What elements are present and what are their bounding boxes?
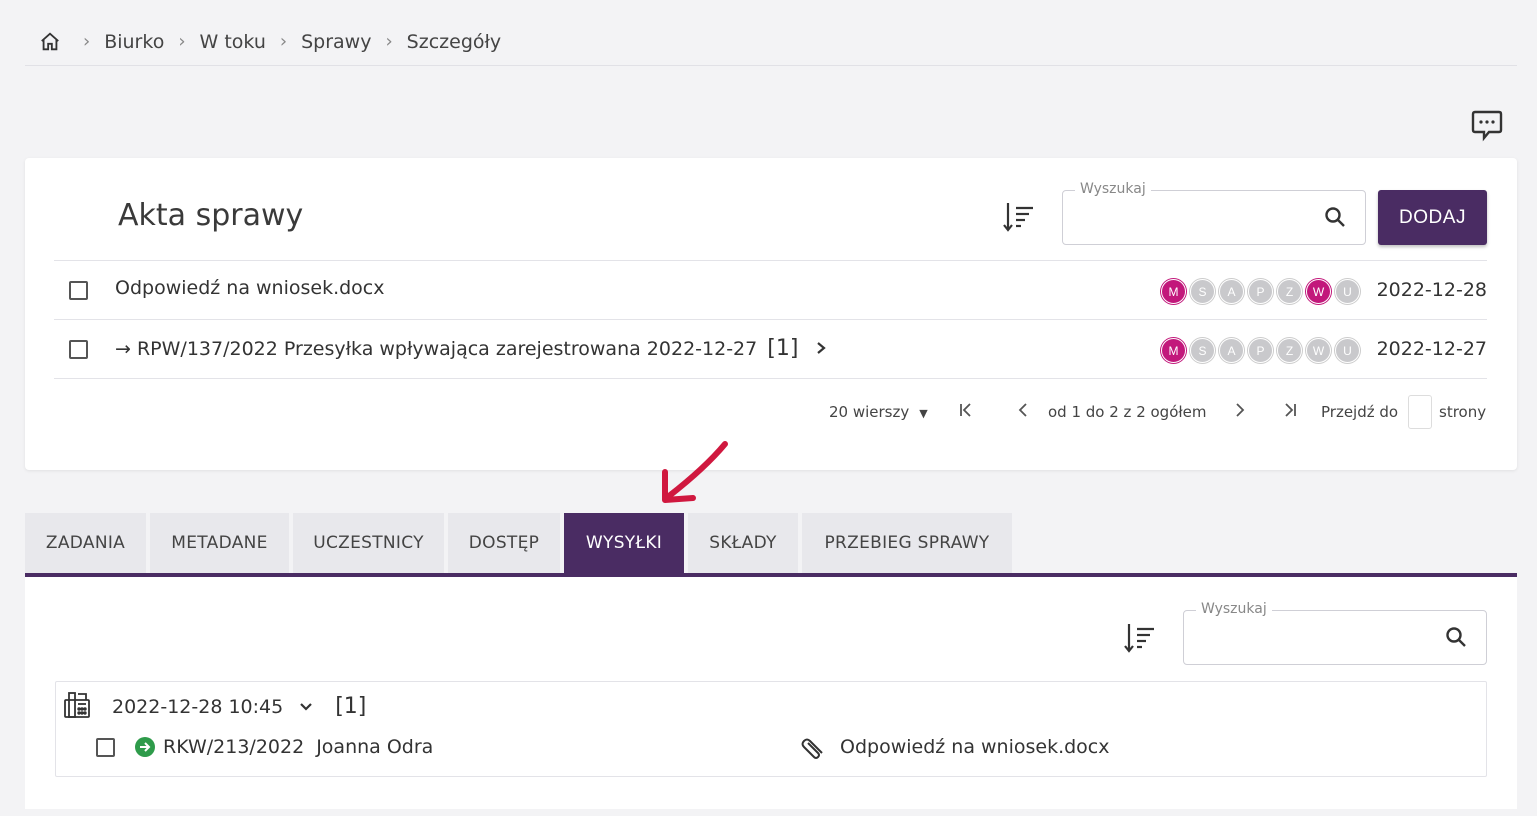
breadcrumb-item-sprawy[interactable]: Sprawy (301, 31, 371, 53)
row-checkbox[interactable] (69, 340, 88, 359)
status-badges: M S A P Z W U (1161, 338, 1360, 363)
search-icon[interactable] (1323, 205, 1347, 229)
list-item[interactable]: RKW/213/2022 Joanna Odra Odpowiedź na wn… (96, 736, 1110, 759)
sort-icon[interactable] (1123, 621, 1157, 655)
attachment-name[interactable]: Odpowiedź na wniosek.docx (840, 736, 1110, 758)
arrow-right-icon: → (115, 338, 131, 360)
shipment-person: Joanna Odra (316, 736, 434, 758)
search-label: Wyszukaj (1196, 601, 1272, 617)
annotation-arrow-icon (662, 441, 728, 503)
chat-icon[interactable] (1470, 108, 1504, 142)
breadcrumb: › Biurko › W toku › Sprawy › Szczegóły (25, 18, 1517, 66)
status-badge: U (1335, 279, 1360, 304)
status-badge: M (1161, 279, 1186, 304)
arrow-circle-right-icon (135, 737, 155, 757)
search-label: Wyszukaj (1075, 181, 1151, 197)
last-page-icon[interactable] (1282, 401, 1298, 423)
add-button[interactable]: DODAJ (1378, 190, 1487, 245)
document-ref: RPW/137/2022 (136, 338, 278, 360)
tab-bar: ZADANIA METADANE UCZESTNICY DOSTĘP WYSYŁ… (25, 513, 1012, 573)
tab-metadane[interactable]: METADANE (150, 513, 289, 573)
next-page-icon[interactable] (1234, 401, 1246, 423)
tab-wysylki[interactable]: WYSYŁKI (564, 513, 684, 573)
breadcrumb-separator: › (178, 31, 186, 52)
pages-label: strony (1439, 403, 1487, 421)
status-badge: Z (1277, 279, 1302, 304)
breadcrumb-separator: › (83, 31, 91, 52)
rows-per-page-label: 20 wierszy (829, 403, 910, 421)
chevron-down-icon[interactable] (299, 702, 313, 712)
goto-label: Przejdź do (1321, 403, 1399, 421)
tab-zadania[interactable]: ZADANIA (25, 513, 146, 573)
tab-sklady[interactable]: SKŁADY (688, 513, 798, 573)
goto-page-input[interactable] (1408, 395, 1432, 429)
shipments-search-input[interactable]: Wyszukaj (1183, 601, 1487, 665)
fax-icon (62, 690, 92, 724)
prev-page-icon[interactable] (1017, 401, 1029, 423)
document-name[interactable]: Odpowiedź na wniosek.docx (115, 277, 385, 299)
home-icon[interactable] (39, 30, 63, 54)
shipment-count: [1] (335, 694, 367, 719)
table-row[interactable]: → RPW/137/2022 Przesyłka wpływająca zare… (54, 319, 1487, 378)
status-badge: W (1306, 279, 1331, 304)
status-badge: S (1190, 279, 1215, 304)
caret-down-icon: ▼ (919, 407, 928, 420)
row-checkbox[interactable] (69, 281, 88, 300)
row-date: 2022-12-28 (1376, 279, 1487, 301)
tab-dostep[interactable]: DOSTĘP (448, 513, 560, 573)
document-title: Przesyłka wpływająca zarejestrowana 2022… (283, 338, 758, 360)
document-count: [1] (767, 336, 799, 361)
acts-search-input[interactable]: Wyszukaj (1062, 181, 1366, 245)
status-badge: M (1161, 338, 1186, 363)
first-page-icon[interactable] (958, 401, 974, 423)
document-name[interactable]: → RPW/137/2022 Przesyłka wpływająca zare… (115, 336, 827, 361)
breadcrumb-item-w-toku[interactable]: W toku (200, 31, 266, 53)
status-badge: P (1248, 279, 1273, 304)
sort-icon[interactable] (1002, 200, 1036, 234)
shipment-datetime-row[interactable]: 2022-12-28 10:45 [1] (112, 694, 366, 719)
status-badge: W (1306, 338, 1331, 363)
status-badge: A (1219, 279, 1244, 304)
status-badges: M S A P Z W U (1161, 279, 1360, 304)
page-range: od 1 do 2 z 2 ogółem (1048, 403, 1207, 421)
paperclip-icon (798, 733, 828, 761)
shipment-datetime: 2022-12-28 10:45 (112, 695, 284, 718)
chevron-right-icon[interactable] (815, 339, 827, 360)
shipments-panel: Wyszukaj 2022-12-28 10:45 [1] RKW/213/20… (25, 577, 1517, 809)
search-icon[interactable] (1444, 625, 1468, 649)
tab-uczestnicy[interactable]: UCZESTNICY (293, 513, 444, 573)
status-badge: S (1190, 338, 1215, 363)
acts-card: Akta sprawy Wyszukaj DODAJ Odpowiedź na … (25, 158, 1517, 470)
item-checkbox[interactable] (96, 737, 115, 757)
table-row[interactable]: Odpowiedź na wniosek.docx M S A P Z W U … (54, 260, 1487, 319)
breadcrumb-separator: › (279, 31, 288, 52)
acts-title: Akta sprawy (118, 198, 304, 233)
row-date: 2022-12-27 (1376, 338, 1487, 360)
shipment-ref[interactable]: RKW/213/2022 (163, 736, 304, 758)
status-badge: P (1248, 338, 1273, 363)
pagination: 20 wierszy ▼ od 1 do 2 z 2 ogółem Przejdź… (54, 378, 1487, 448)
breadcrumb-separator: › (385, 31, 393, 52)
status-badge: A (1219, 338, 1244, 363)
status-badge: U (1335, 338, 1360, 363)
tab-przebieg-sprawy[interactable]: PRZEBIEG SPRAWY (802, 513, 1012, 573)
shipment-group: 2022-12-28 10:45 [1] RKW/213/2022 Joanna… (55, 681, 1487, 777)
status-badge: Z (1277, 338, 1302, 363)
breadcrumb-item-szczegoly: Szczegóły (406, 30, 502, 53)
breadcrumb-item-biurko[interactable]: Biurko (104, 31, 164, 53)
rows-per-page-select[interactable]: 20 wierszy ▼ (829, 403, 928, 421)
